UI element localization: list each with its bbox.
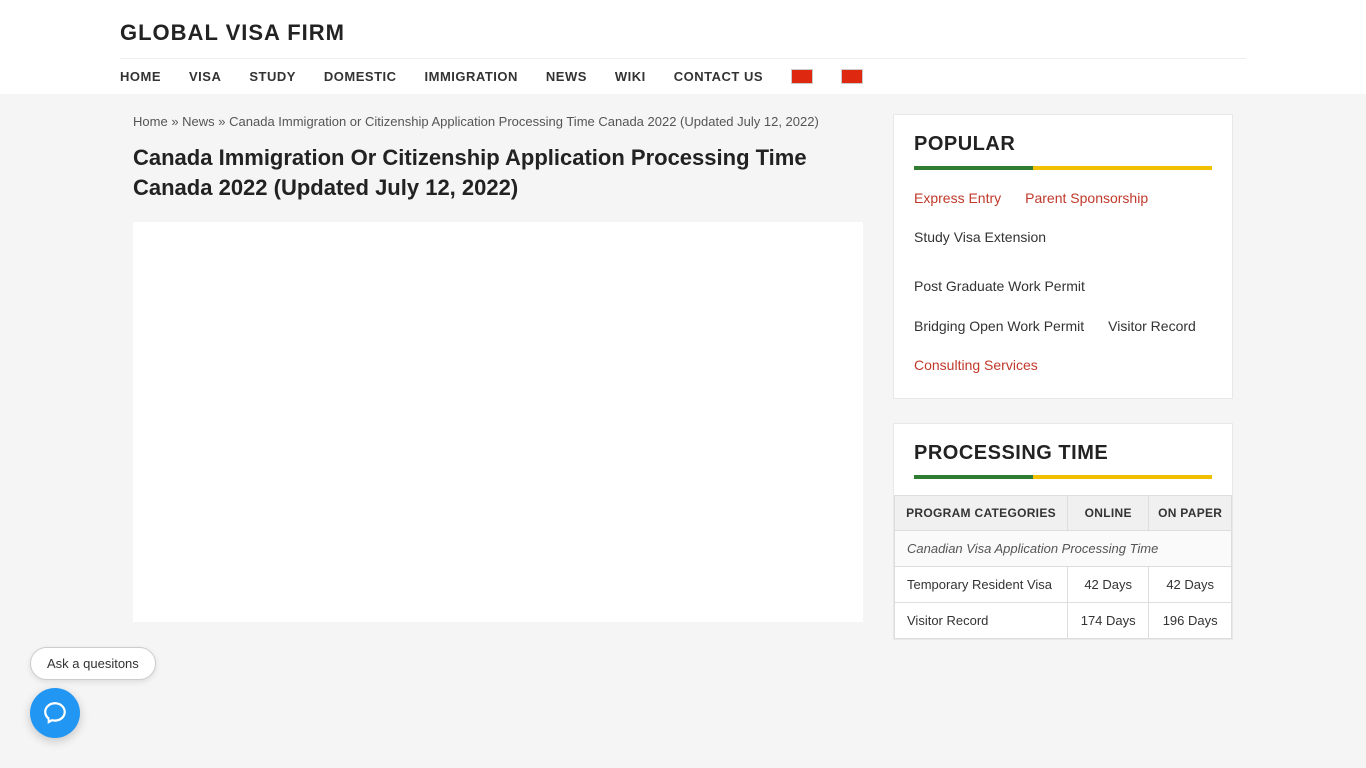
span-row-label: Canadian Visa Application Processing Tim… (895, 530, 1232, 566)
nav-domestic[interactable]: DOMESTIC (324, 69, 397, 84)
breadcrumb-current: Canada Immigration or Citizenship Applic… (229, 114, 819, 129)
row-trv-label: Temporary Resident Visa (895, 566, 1068, 602)
content-area: Home » News » Canada Immigration or Citi… (133, 114, 863, 664)
popular-row-3: Bridging Open Work Permit Visitor Record (914, 314, 1196, 339)
nav-wiki[interactable]: WIKI (615, 69, 646, 84)
processing-time-title: PROCESSING TIME (894, 424, 1232, 475)
col-header-online: ONLINE (1068, 495, 1149, 530)
main-nav: HOME VISA STUDY DOMESTIC IMMIGRATION NEW… (120, 58, 1246, 84)
popular-row-2: Study Visa Extension Post Graduate Work … (914, 225, 1212, 299)
table-row: Temporary Resident Visa 42 Days 42 Days (895, 566, 1232, 602)
nav-immigration[interactable]: IMMIGRATION (425, 69, 518, 84)
processing-time-box: PROCESSING TIME PROGRAM CATEGORIES ONLIN… (893, 423, 1233, 640)
article-title: Canada Immigration Or Citizenship Applic… (133, 143, 863, 202)
row-trv-online: 42 Days (1068, 566, 1149, 602)
chat-label[interactable]: Ask a quesitons (30, 647, 156, 680)
popular-links: Express Entry Parent Sponsorship Study V… (894, 186, 1232, 398)
processing-time-table: PROGRAM CATEGORIES ONLINE ON PAPER Canad… (894, 495, 1232, 639)
popular-link-express-entry[interactable]: Express Entry (914, 186, 1001, 211)
popular-box: POPULAR Express Entry Parent Sponsorship… (893, 114, 1233, 399)
processing-time-title-bar (914, 475, 1212, 479)
popular-item-study-visa: Study Visa Extension (914, 225, 1046, 250)
table-span-row: Canadian Visa Application Processing Tim… (895, 530, 1232, 566)
chat-icon (42, 700, 68, 726)
popular-link-parent-sponsorship[interactable]: Parent Sponsorship (1025, 186, 1148, 211)
popular-item-bowp: Bridging Open Work Permit (914, 314, 1084, 339)
popular-row-1: Express Entry Parent Sponsorship (914, 186, 1148, 211)
row-vr-online: 174 Days (1068, 602, 1149, 638)
flag-hongkong-icon[interactable] (841, 69, 863, 84)
nav-home[interactable]: HOME (120, 69, 161, 84)
sidebar: POPULAR Express Entry Parent Sponsorship… (893, 114, 1233, 664)
popular-row-4: Consulting Services (914, 353, 1038, 378)
nav-study[interactable]: STUDY (249, 69, 296, 84)
nav-contact-us[interactable]: CONTACT US (674, 69, 763, 84)
popular-link-consulting[interactable]: Consulting Services (914, 353, 1038, 378)
breadcrumb: Home » News » Canada Immigration or Citi… (133, 114, 863, 129)
breadcrumb-home[interactable]: Home (133, 114, 168, 129)
col-header-paper: ON PAPER (1149, 495, 1232, 530)
popular-item-visitor-record: Visitor Record (1108, 314, 1196, 339)
flag-china-icon[interactable] (791, 69, 813, 84)
table-row: Visitor Record 174 Days 196 Days (895, 602, 1232, 638)
popular-item-pgwp: Post Graduate Work Permit (914, 274, 1085, 299)
nav-news[interactable]: NEWS (546, 69, 587, 84)
row-vr-label: Visitor Record (895, 602, 1068, 638)
row-trv-paper: 42 Days (1149, 566, 1232, 602)
popular-title-bar (914, 166, 1212, 170)
row-vr-paper: 196 Days (1149, 602, 1232, 638)
nav-visa[interactable]: VISA (189, 69, 221, 84)
site-title: GLOBAL VISA FIRM (120, 20, 1246, 46)
chat-button[interactable] (30, 688, 80, 738)
table-header-row: PROGRAM CATEGORIES ONLINE ON PAPER (895, 495, 1232, 530)
col-header-program: PROGRAM CATEGORIES (895, 495, 1068, 530)
chat-widget: Ask a quesitons (30, 647, 156, 738)
breadcrumb-news[interactable]: News (182, 114, 215, 129)
popular-title: POPULAR (894, 115, 1232, 166)
article-body (133, 222, 863, 622)
